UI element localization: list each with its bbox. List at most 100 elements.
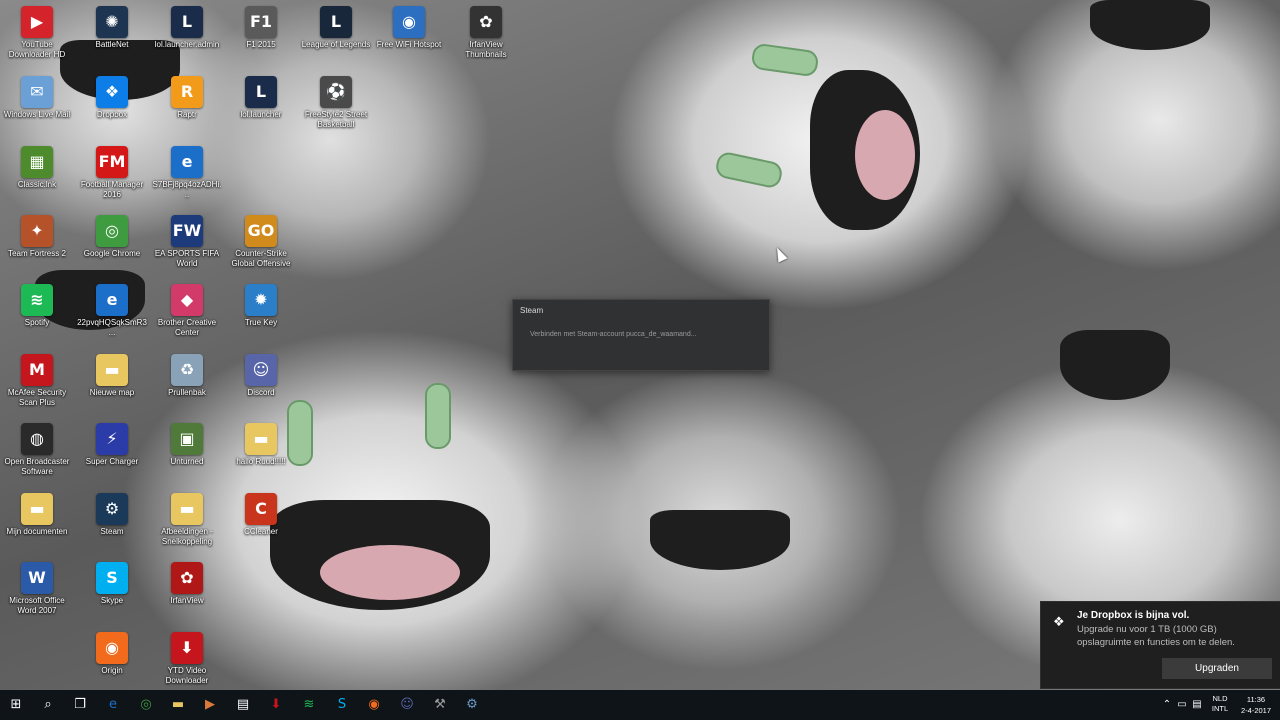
desktop-icon[interactable]: ✹ True Key xyxy=(226,280,296,346)
desktop-icon[interactable]: ✿ IrfanView Thumbnails xyxy=(451,2,521,68)
desktop-icon[interactable]: ♻ Prullenbak xyxy=(152,350,222,416)
app-icon: ⚙ xyxy=(96,493,128,525)
desktop-icon-label: Google Chrome xyxy=(83,249,141,258)
desktop-icon-label: Dropbox xyxy=(96,110,128,119)
clock[interactable]: 11:36 2-4-2017 xyxy=(1236,694,1276,716)
steam-connecting-message: Verbinden met Steam-account pucca_de_waa… xyxy=(530,331,697,338)
skype-icon[interactable]: S xyxy=(326,690,358,720)
desktop-icon[interactable]: GO Counter-Strike Global Offensive xyxy=(226,211,296,277)
desktop-icon[interactable]: ▬ Mijn documenten xyxy=(2,489,72,555)
action-center-icon[interactable]: ▤ xyxy=(1190,690,1204,720)
app-icon: ▶ xyxy=(21,6,53,38)
desktop-icon[interactable]: L League of Legends xyxy=(301,2,371,68)
desktop-icon[interactable]: ▬ Afbeeldingen - Snelkoppeling xyxy=(152,489,222,555)
start-button[interactable]: ⊞ xyxy=(0,690,32,720)
show-hidden-icons-chevron-icon[interactable]: ⌃ xyxy=(1160,690,1174,720)
app-icon: e xyxy=(96,284,128,316)
desktop-icon[interactable]: ◍ Open Broadcaster Software xyxy=(2,419,72,485)
desktop-icon-label: Afbeeldingen - Snelkoppeling xyxy=(161,527,213,546)
desktop-icon[interactable]: e 22pvqHQSqkSmR3... xyxy=(77,280,147,346)
desktop-icon[interactable]: ▦ Classic.lnk xyxy=(2,142,72,208)
desktop-icon-label: Discord xyxy=(247,388,275,397)
desktop-icon[interactable]: ▬ hallo Ruud!!!!! xyxy=(226,419,296,485)
dropbox-icon: ❖ xyxy=(1053,614,1065,629)
app-icon: L xyxy=(171,6,203,38)
upgrade-button[interactable]: Upgraden xyxy=(1162,658,1272,679)
desktop-icon-label: Spotify xyxy=(24,318,50,327)
desktop-icon-label: IrfanView Thumbnails xyxy=(465,40,507,59)
desktop-icon[interactable]: R Raptr xyxy=(152,72,222,138)
chrome-icon[interactable]: ◎ xyxy=(130,690,162,720)
tool-icon[interactable]: ⚒ xyxy=(424,690,456,720)
app-icon: ▬ xyxy=(171,493,203,525)
desktop-icon[interactable]: ◆ Brother Creative Center xyxy=(152,280,222,346)
desktop-icon[interactable]: ≋ Spotify xyxy=(2,280,72,346)
origin-icon[interactable]: ◉ xyxy=(358,690,390,720)
desktop-icon-label: Brother Creative Center xyxy=(157,318,217,337)
notification-body: Upgrade nu voor 1 TB (1000 GB) opslagrui… xyxy=(1077,624,1235,648)
clock-time: 11:36 xyxy=(1246,695,1266,704)
desktop-icon[interactable]: ▣ Unturned xyxy=(152,419,222,485)
desktop-icon[interactable]: ⚽ FreeStyle2 Street Basketball xyxy=(301,72,371,138)
desktop-icon[interactable]: ⚙ Steam xyxy=(77,489,147,555)
app-icon: C xyxy=(245,493,277,525)
desktop-icon[interactable]: ◉ Origin xyxy=(77,628,147,694)
desktop-icon[interactable]: ▬ Nieuwe map xyxy=(77,350,147,416)
edge-icon[interactable]: e xyxy=(97,690,129,720)
desktop-icon[interactable]: ✦ Team Fortress 2 xyxy=(2,211,72,277)
desktop-icon[interactable]: ⚡ Super Charger xyxy=(77,419,147,485)
desktop-icon[interactable]: e S7BFj8pq4ozADHi... xyxy=(152,142,222,208)
desktop-icon-label: lol.launcher.admin xyxy=(154,40,220,49)
app-icon: R xyxy=(171,76,203,108)
app-icon: L xyxy=(320,6,352,38)
taskbar: ⊞ ⌕ ❐ e ◎ ▬ ▶ ▤ ⬇ ≋ S ◉ ☺ ⚒ ⚙ ⌃ ▭ ▤ NLD INTL 11:36 2-4… xyxy=(0,690,1280,720)
app-icon: ⚽ xyxy=(320,76,352,108)
network-icon[interactable]: ▭ xyxy=(1175,690,1189,720)
desktop-icon[interactable]: ✿ IrfanView xyxy=(152,558,222,624)
media-player-icon[interactable]: ▶ xyxy=(194,690,226,720)
desktop-icon-label: IrfanView xyxy=(170,596,204,605)
ytd-icon[interactable]: ⬇ xyxy=(260,690,292,720)
desktop-icon[interactable]: M McAfee Security Scan Plus xyxy=(2,350,72,416)
desktop-icon[interactable]: ⬇ YTD Video Downloader xyxy=(152,628,222,694)
desktop-icon[interactable]: FM Football Manager 2016 xyxy=(77,142,147,208)
store-icon[interactable]: ▤ xyxy=(227,690,259,720)
app-icon: ❖ xyxy=(96,76,128,108)
app-icon: GO xyxy=(245,215,277,247)
desktop-icon[interactable]: ▶ YouTube Downloader HD xyxy=(2,2,72,68)
app-icon: ✺ xyxy=(96,6,128,38)
desktop-icon[interactable]: C CCleaner xyxy=(226,489,296,555)
desktop-icon[interactable]: Llol.launcher.admin xyxy=(152,2,222,68)
dropbox-notification[interactable]: ❖ Je Dropbox is bijna vol. Upgrade nu vo… xyxy=(1040,601,1280,689)
desktop-icon[interactable]: ☺ Discord xyxy=(226,350,296,416)
task-view-icon[interactable]: ❐ xyxy=(64,690,96,720)
spotify-icon[interactable]: ≋ xyxy=(293,690,325,720)
desktop-icon[interactable]: Llol.launcher xyxy=(226,72,296,138)
app-icon: W xyxy=(21,562,53,594)
file-explorer-icon[interactable]: ▬ xyxy=(162,690,194,720)
search-icon[interactable]: ⌕ xyxy=(32,690,64,720)
input-language-indicator[interactable]: NLD INTL xyxy=(1206,694,1234,714)
desktop-icon[interactable]: W Microsoft Office Word 2007 xyxy=(2,558,72,624)
desktop-icon[interactable]: F1 F1 2015 xyxy=(226,2,296,68)
steam-login-dialog[interactable]: Steam Verbinden met Steam-account pucca_… xyxy=(512,299,770,371)
desktop-icon[interactable]: ✺ BattleNet xyxy=(77,2,147,68)
desktop-icon[interactable]: ❖ Dropbox xyxy=(77,72,147,138)
clock-date: 2-4-2017 xyxy=(1240,706,1272,715)
app-icon: ◎ xyxy=(96,215,128,247)
app-icon: ⬇ xyxy=(171,632,203,664)
app-icon: M xyxy=(21,354,53,386)
desktop-icon-label: Super Charger xyxy=(85,457,139,466)
desktop-icon[interactable]: ◎ Google Chrome xyxy=(77,211,147,277)
desktop-icon-label: Origin xyxy=(101,666,123,675)
app-icon: ▣ xyxy=(171,423,203,455)
desktop-icon[interactable]: S Skype xyxy=(77,558,147,624)
steam-icon[interactable]: ⚙ xyxy=(456,690,488,720)
discord-icon[interactable]: ☺ xyxy=(391,690,423,720)
desktop-icon-label: Microsoft Office Word 2007 xyxy=(9,596,65,615)
desktop-icon[interactable]: ◉ Free WiFi Hotspot xyxy=(374,2,444,68)
desktop-icon[interactable]: FW EA SPORTS FIFA World xyxy=(152,211,222,277)
desktop-icon[interactable]: ✉ Windows Live Mail xyxy=(2,72,72,138)
steam-dialog-title: Steam xyxy=(520,306,544,315)
desktop-icon-label: Mijn documenten xyxy=(6,527,68,536)
